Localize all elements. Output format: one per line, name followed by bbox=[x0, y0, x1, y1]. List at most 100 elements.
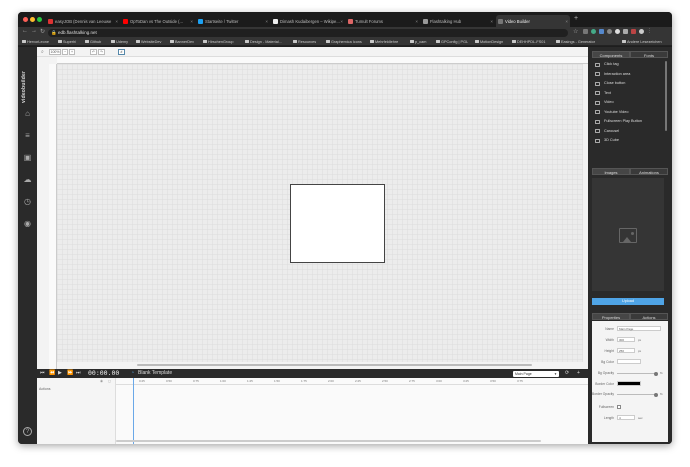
tab-components[interactable]: Components bbox=[592, 51, 630, 58]
artboard[interactable] bbox=[290, 184, 385, 263]
length-field[interactable]: 4 bbox=[617, 415, 635, 420]
fullscreen-checkbox[interactable] bbox=[617, 404, 621, 409]
grid-toggle-icon[interactable]: # bbox=[118, 49, 125, 55]
bookmark-item[interactable]: HervorLeone bbox=[22, 38, 49, 46]
canvas-grid[interactable] bbox=[57, 64, 606, 362]
browser-tab[interactable]: easyJOB (Dennis van Leeuwe × bbox=[46, 15, 120, 27]
forward-icon[interactable]: → bbox=[31, 28, 37, 34]
browser-tab[interactable]: Startseite / Twitter × bbox=[196, 15, 270, 27]
play-icon[interactable]: ▶ bbox=[58, 369, 62, 378]
help-icon[interactable]: ? bbox=[23, 427, 32, 436]
more-menu-icon[interactable]: ⋮ bbox=[647, 29, 652, 34]
component-item[interactable]: 3D Cube bbox=[592, 136, 664, 145]
bookmark-item[interactable]: Superhi bbox=[58, 38, 76, 46]
lock-icon[interactable]: ◻ bbox=[108, 379, 111, 383]
star-icon[interactable]: ☆ bbox=[573, 28, 578, 35]
extension-icon[interactable] bbox=[623, 29, 628, 34]
bookmark-item[interactable]: GPConfig | PGL bbox=[436, 38, 468, 46]
redo-icon[interactable]: ↷ bbox=[98, 49, 105, 55]
bookmark-item[interactable]: Design - Material... bbox=[245, 38, 282, 46]
home-icon[interactable]: ⌂ bbox=[23, 109, 32, 118]
component-item[interactable]: Close button bbox=[592, 79, 664, 88]
height-field[interactable]: 250 bbox=[617, 348, 635, 353]
skip-end-icon[interactable]: ⏭ bbox=[76, 369, 81, 378]
bookmark-item[interactable]: HirschenGroup bbox=[203, 38, 234, 46]
bookmark-item[interactable]: Graphemica Icons bbox=[326, 38, 362, 46]
extension-icon[interactable] bbox=[599, 29, 604, 34]
browser-tab[interactable]: OpToDan vs The Outside (... × bbox=[121, 15, 195, 27]
tab-close-icon[interactable]: × bbox=[490, 19, 493, 24]
back-icon[interactable]: ← bbox=[22, 28, 28, 34]
playhead[interactable] bbox=[133, 378, 134, 444]
bg-opacity-slider[interactable] bbox=[617, 371, 658, 376]
search-icon[interactable]: ⌕ bbox=[41, 49, 44, 55]
zoom-in-button[interactable]: + bbox=[69, 49, 75, 55]
name-field[interactable]: Main Page bbox=[617, 326, 661, 331]
tab-fonts[interactable]: Fonts bbox=[630, 51, 668, 58]
bookmark-item[interactable]: MotionDesign bbox=[475, 38, 503, 46]
extension-icon[interactable] bbox=[607, 29, 612, 34]
browser-tab-active[interactable]: Video Builder × bbox=[496, 15, 570, 27]
horizontal-scrollbar[interactable] bbox=[137, 364, 532, 366]
tab-images[interactable]: Images bbox=[592, 168, 630, 175]
skip-start-icon[interactable]: ⏮ bbox=[40, 369, 45, 378]
tab-properties[interactable]: Properties bbox=[592, 313, 630, 320]
zoom-level[interactable]: 100% bbox=[49, 49, 61, 55]
url-field[interactable]: 🔒 edb.flashtalking.net bbox=[48, 28, 568, 37]
component-item[interactable]: Text bbox=[592, 89, 664, 98]
step-forward-icon[interactable]: ⏩ bbox=[67, 369, 73, 378]
minimize-window-dot[interactable] bbox=[30, 17, 35, 22]
component-item[interactable]: Click tag bbox=[592, 60, 664, 69]
bookmark-item[interactable]: Github bbox=[85, 38, 101, 46]
component-item[interactable]: Interaction area bbox=[592, 70, 664, 79]
bookmark-item[interactable]: DEHHPDL-FS01 bbox=[512, 38, 545, 46]
tab-close-icon[interactable]: × bbox=[415, 19, 418, 24]
upload-button[interactable]: Upload bbox=[592, 298, 664, 305]
extension-icon[interactable] bbox=[583, 29, 588, 34]
new-tab-icon[interactable]: + bbox=[574, 15, 578, 22]
bookmark-item[interactable]: Resources bbox=[293, 38, 316, 46]
bookmark-item[interactable]: Andere Lesezeichen bbox=[622, 38, 662, 46]
loop-icon[interactable]: ⟳ bbox=[565, 369, 569, 378]
tab-animations[interactable]: Animations bbox=[630, 168, 668, 175]
border-color-field[interactable] bbox=[617, 381, 641, 386]
tab-close-icon[interactable]: × bbox=[265, 19, 268, 24]
reload-icon[interactable]: ↻ bbox=[40, 28, 45, 35]
image-library[interactable] bbox=[592, 178, 664, 291]
maximize-window-dot[interactable] bbox=[37, 17, 42, 22]
timer-icon[interactable]: ◷ bbox=[23, 197, 32, 206]
components-scrollbar[interactable] bbox=[665, 61, 667, 131]
tab-actions[interactable]: Actions bbox=[630, 313, 668, 320]
bookmark-item[interactable]: BannerDev bbox=[170, 38, 194, 46]
tab-close-icon[interactable]: × bbox=[565, 19, 568, 24]
bookmark-item[interactable]: Udemy bbox=[111, 38, 128, 46]
browser-tab[interactable]: Flashtalking Hub × bbox=[421, 15, 495, 27]
tab-close-icon[interactable]: × bbox=[340, 19, 343, 24]
profile-avatar[interactable] bbox=[639, 29, 644, 34]
tab-close-icon[interactable]: × bbox=[115, 19, 118, 24]
browser-tab[interactable]: Tumult Forums × bbox=[346, 15, 420, 27]
eye-icon[interactable]: ◉ bbox=[100, 379, 103, 383]
extension-icon[interactable] bbox=[591, 29, 596, 34]
menu-icon[interactable]: ≡ bbox=[23, 131, 32, 140]
add-keyframe-icon[interactable]: + bbox=[577, 369, 580, 378]
page-select[interactable]: Main Page ▼ bbox=[513, 370, 559, 377]
component-item[interactable]: Video bbox=[592, 98, 664, 107]
timeline-ruler[interactable]: 0:25 0:50 0:75 1:00 1:25 1:50 1:75 2:00 … bbox=[116, 378, 588, 385]
save-icon[interactable]: ▣ bbox=[23, 153, 32, 162]
browser-tab[interactable]: Dimash Kudaibergen – Wikipe... × bbox=[271, 15, 345, 27]
timeline-scrollbar[interactable] bbox=[116, 440, 541, 442]
undo-icon[interactable]: ↶ bbox=[90, 49, 97, 55]
width-field[interactable]: 300 bbox=[617, 337, 635, 342]
extension-icon[interactable] bbox=[631, 29, 636, 34]
close-window-dot[interactable] bbox=[23, 17, 28, 22]
component-item[interactable]: Fullscreen Play Button bbox=[592, 117, 664, 126]
extension-icon[interactable] bbox=[615, 29, 620, 34]
step-back-icon[interactable]: ⏪ bbox=[49, 369, 55, 378]
bookmark-item[interactable]: Easings - Generator bbox=[556, 38, 595, 46]
cloud-upload-icon[interactable]: ☁ bbox=[23, 175, 32, 184]
component-item[interactable]: Youtube Video bbox=[592, 108, 664, 117]
bookmark-item[interactable]: p_cam bbox=[410, 38, 426, 46]
tab-close-icon[interactable]: × bbox=[190, 19, 193, 24]
bookmark-item[interactable]: Mehrfeldlehre bbox=[370, 38, 398, 46]
